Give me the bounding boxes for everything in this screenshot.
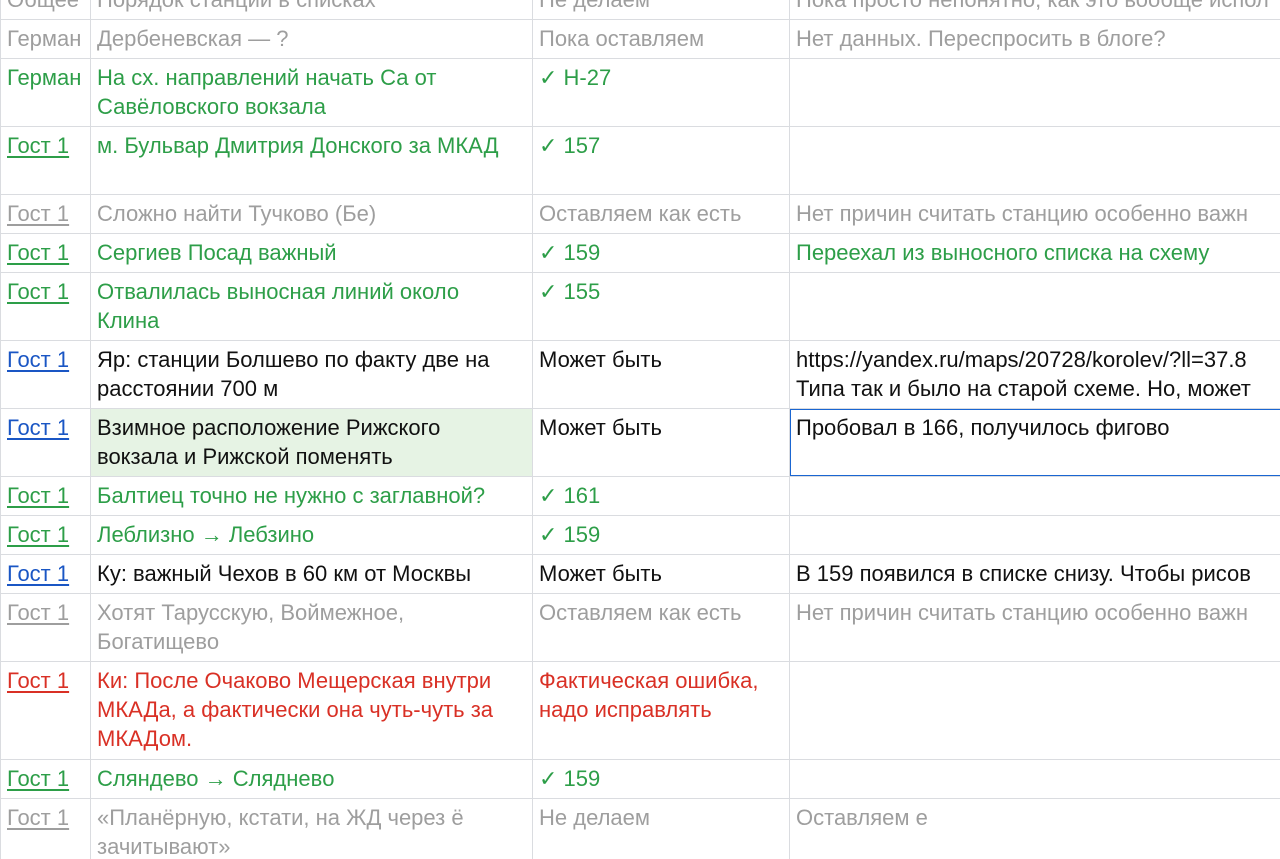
feedback-table: ОбщееПорядок станций в спискахНе делаемП…	[0, 0, 1280, 859]
table-row: Герман На сх. направлений начать Са от Са…	[0, 58, 1280, 127]
cell-problem[interactable]: «Планёрную, кстати, на ЖД через ё зачиты…	[90, 798, 533, 859]
source-link[interactable]: Гост 1	[7, 483, 69, 508]
cell-problem[interactable]: На сх. направлений начать Са от Савёловс…	[90, 58, 533, 127]
cell-comment[interactable]: Оставляем е	[789, 798, 1280, 859]
cell-comment[interactable]	[789, 272, 1280, 341]
cell-status[interactable]: ✓ Н-27	[532, 58, 790, 127]
table-row: Общее Порядок станций в спискахНе делаемП…	[0, 0, 1280, 20]
source-link[interactable]: Гост 1	[7, 561, 69, 586]
table-row: Гост 1 Взимное расположение Рижского вокз…	[0, 408, 1280, 477]
source-link[interactable]: Гост 1	[7, 766, 69, 791]
cell-comment[interactable]: Нет данных. Переспросить в блоге?	[789, 19, 1280, 59]
source-link[interactable]: Гост 1	[7, 522, 69, 547]
cell-comment[interactable]	[789, 58, 1280, 127]
cell-status[interactable]: ✓ 157	[532, 126, 790, 195]
table-row: Гост 1 Отвалилась выносная линий около Кл…	[0, 272, 1280, 341]
table-row: Гост 1 Сляндево → Слядневo ✓ 159	[0, 759, 1280, 799]
table-row: Гост 1 Ку: важный Чехов в 60 км от Москвы…	[0, 554, 1280, 594]
cell-comment[interactable]	[789, 661, 1280, 760]
cell-source[interactable]: Гост 1	[0, 476, 91, 516]
table-row: Гост 1 «Планёрную, кстати, на ЖД через ё …	[0, 798, 1280, 859]
cell-status[interactable]: Может быть	[532, 408, 790, 477]
cell-status[interactable]: Оставляем как есть	[532, 194, 790, 234]
cell-problem[interactable]: м. Бульвар Дмитрия Донского за МКАД	[90, 126, 533, 195]
table-row: Гост 1 Ки: После Очаково Мещерская внутри…	[0, 661, 1280, 760]
cell-source[interactable]: Гост 1	[0, 515, 91, 555]
table-row: Гост 1 Хотят Тарусскую, Воймежное, Богати…	[0, 593, 1280, 662]
spreadsheet-viewport: ОбщееПорядок станций в спискахНе делаемП…	[0, 0, 1280, 859]
cell-source[interactable]: Гост 1	[0, 554, 91, 594]
table-row: Гост 1 Балтиец точно не нужно с заглавной…	[0, 476, 1280, 516]
source-link[interactable]: Гост 1	[7, 415, 69, 440]
cell-problem[interactable]: Сляндево → Слядневo	[90, 759, 533, 799]
cell-source[interactable]: Герман	[0, 58, 91, 127]
cell-comment[interactable]: Нет причин считать станцию особенно важн	[789, 194, 1280, 234]
table-body: ОбщееПорядок станций в спискахНе делаемП…	[0, 0, 1280, 859]
source-link[interactable]: Гост 1	[7, 347, 69, 372]
source-link[interactable]: Гост 1	[7, 133, 69, 158]
cell-problem[interactable]: Отвалилась выносная линий около Клина	[90, 272, 533, 341]
source-link[interactable]: Гост 1	[7, 279, 69, 304]
cell-comment-selected[interactable]: Пробовал в 166, получилось фигово	[789, 408, 1280, 477]
cell-status[interactable]: Пока оставляем	[532, 19, 790, 59]
cell-problem[interactable]: Сергиев Посад важный	[90, 233, 533, 273]
table-row: Гост 1 Сергиев Посад важный ✓ 159 Переехал …	[0, 233, 1280, 273]
table-row: Гост 1 Яр: станции Болшево по факту две н…	[0, 340, 1280, 409]
cell-problem[interactable]: Порядок станций в списках	[90, 0, 533, 20]
cell-source[interactable]: Гост 1	[0, 340, 91, 409]
cell-status[interactable]: ✓ 159	[532, 515, 790, 555]
cell-source[interactable]: Герман	[0, 19, 91, 59]
cell-problem[interactable]: Леблизно → Лебзино	[90, 515, 533, 555]
table-row: Гост 1 м. Бульвар Дмитрия Донского за МКА…	[0, 126, 1280, 195]
cell-comment[interactable]	[789, 126, 1280, 195]
cell-problem[interactable]: Хотят Тарусскую, Воймежное, Богатищево	[90, 593, 533, 662]
source-link[interactable]: Гост 1	[7, 805, 69, 830]
source-text: Герман	[7, 65, 82, 90]
cell-problem[interactable]: Взимное расположение Рижского вокзала и …	[90, 408, 533, 477]
cell-status[interactable]: Не делаем	[532, 798, 790, 859]
cell-status[interactable]: ✓ 155	[532, 272, 790, 341]
cell-problem[interactable]: Балтиец точно не нужно с заглавной?	[90, 476, 533, 516]
cell-problem[interactable]: Ку: важный Чехов в 60 км от Москвы	[90, 554, 533, 594]
cell-source[interactable]: Гост 1	[0, 233, 91, 273]
cell-problem[interactable]: Яр: станции Болшево по факту две на расс…	[90, 340, 533, 409]
source-link[interactable]: Гост 1	[7, 201, 69, 226]
source-text: Герман	[7, 26, 82, 51]
cell-source[interactable]: Гост 1	[0, 661, 91, 760]
cell-status[interactable]: Может быть	[532, 554, 790, 594]
cell-problem[interactable]: Дербеневская — ?	[90, 19, 533, 59]
cell-source[interactable]: Гост 1	[0, 194, 91, 234]
source-link[interactable]: Гост 1	[7, 668, 69, 693]
table-row: Гост 1 Леблизно → Лебзино ✓ 159	[0, 515, 1280, 555]
cell-source[interactable]: Гост 1	[0, 593, 91, 662]
cell-source[interactable]: Общее	[0, 0, 91, 20]
cell-status[interactable]: Оставляем как есть	[532, 593, 790, 662]
cell-problem[interactable]: Сложно найти Тучково (Бе)	[90, 194, 533, 234]
cell-status[interactable]: Фактическая ошибка, надо исправлять	[532, 661, 790, 760]
cell-comment[interactable]: В 159 появился в списке снизу. Чтобы рис…	[789, 554, 1280, 594]
table-row: Гост 1 Сложно найти Тучково (Бе) Оставляем…	[0, 194, 1280, 234]
cell-comment[interactable]	[789, 515, 1280, 555]
cell-status[interactable]: Может быть	[532, 340, 790, 409]
cell-comment[interactable]: Пока просто непонятно, как это вообще ис…	[789, 0, 1280, 20]
cell-source[interactable]: Гост 1	[0, 272, 91, 341]
cell-source[interactable]: Гост 1	[0, 126, 91, 195]
cell-status[interactable]: Не делаем	[532, 0, 790, 20]
cell-source[interactable]: Гост 1	[0, 408, 91, 477]
cell-comment[interactable]: Переехал из выносного списка на схему	[789, 233, 1280, 273]
cell-status[interactable]: ✓ 161	[532, 476, 790, 516]
cell-comment[interactable]	[789, 476, 1280, 516]
cell-comment[interactable]	[789, 759, 1280, 799]
source-text: Общее	[7, 0, 79, 12]
cell-source[interactable]: Гост 1	[0, 798, 91, 859]
source-link[interactable]: Гост 1	[7, 240, 69, 265]
table-row: Герман Дербеневская — ? Пока оставляем Нет …	[0, 19, 1280, 59]
cell-source[interactable]: Гост 1	[0, 759, 91, 799]
cell-comment[interactable]: https://yandex.ru/maps/20728/korolev/?ll…	[789, 340, 1280, 409]
cell-status[interactable]: ✓ 159	[532, 759, 790, 799]
cell-comment[interactable]: Нет причин считать станцию особенно важн	[789, 593, 1280, 662]
cell-status[interactable]: ✓ 159	[532, 233, 790, 273]
cell-problem[interactable]: Ки: После Очаково Мещерская внутри МКАДа…	[90, 661, 533, 760]
source-link[interactable]: Гост 1	[7, 600, 69, 625]
